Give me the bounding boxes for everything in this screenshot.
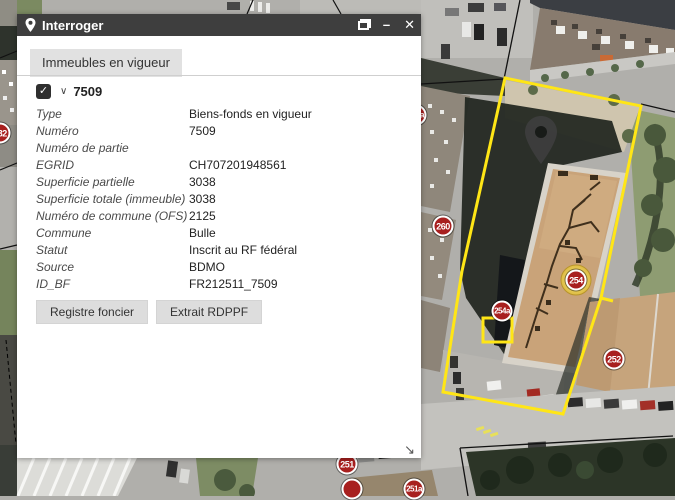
attribute-list: TypeBiens-fonds en vigueurNuméro7509Numé…	[36, 106, 407, 293]
field-value: 3038	[189, 191, 216, 208]
field-value: 2125	[189, 208, 216, 225]
map-marker[interactable]: 251a	[404, 479, 425, 500]
map-marker[interactable]: 252	[604, 349, 625, 370]
field-label: Statut	[36, 242, 189, 259]
field-label: Commune	[36, 225, 189, 242]
action-button[interactable]: Registre foncier	[36, 300, 148, 324]
dialog-titlebar[interactable]: Interroger – ✕	[17, 14, 421, 36]
query-dialog: Interroger – ✕ Immeubles en vigueur ✓ ∨ …	[17, 14, 421, 458]
field-row: Superficie partielle3038	[36, 174, 407, 191]
feature-id: 7509	[73, 84, 102, 99]
field-row: SourceBDMO	[36, 259, 407, 276]
field-value: 7509	[189, 123, 216, 140]
field-row: ID_BFFR212511_7509	[36, 276, 407, 293]
map-marker[interactable]: 260	[433, 216, 454, 237]
map-marker[interactable]	[342, 479, 363, 500]
tab-immeubles-en-vigueur[interactable]: Immeubles en vigueur	[30, 49, 182, 77]
field-label: EGRID	[36, 157, 189, 174]
map-application: { "window": { "title": "Interroger", "ic…	[0, 0, 675, 496]
dialog-title: Interroger	[42, 18, 348, 33]
restore-window-icon[interactable]	[358, 21, 369, 30]
field-value: CH707201948561	[189, 157, 286, 174]
field-row: Superficie totale (immeuble)3038	[36, 191, 407, 208]
field-label: Superficie totale (immeuble)	[36, 191, 189, 208]
field-label: Numéro	[36, 123, 189, 140]
field-value: FR212511_7509	[189, 276, 278, 293]
chevron-down-icon[interactable]: ∨	[60, 86, 67, 97]
field-label: ID_BF	[36, 276, 189, 293]
map-marker[interactable]: 254	[566, 270, 587, 291]
field-row: Numéro de partie	[36, 140, 407, 157]
map-marker[interactable]: 232	[0, 123, 11, 144]
field-row: Numéro de commune (OFS)2125	[36, 208, 407, 225]
field-value: Biens-fonds en vigueur	[189, 106, 312, 123]
field-label: Source	[36, 259, 189, 276]
dialog-body: Immeubles en vigueur ✓ ∨ 7509 TypeBiens-…	[17, 36, 421, 458]
field-value: 3038	[189, 174, 216, 191]
feature-checkbox[interactable]: ✓	[36, 84, 51, 99]
tab-separator	[17, 75, 421, 76]
field-value: Inscrit au RF fédéral	[189, 242, 297, 259]
field-value: Bulle	[189, 225, 216, 242]
field-label: Type	[36, 106, 189, 123]
field-label: Numéro de partie	[36, 140, 189, 157]
field-label: Superficie partielle	[36, 174, 189, 191]
pin-icon	[25, 18, 36, 32]
field-label: Numéro de commune (OFS)	[36, 208, 189, 225]
feature-header-row: ✓ ∨ 7509	[36, 84, 102, 99]
field-row: StatutInscrit au RF fédéral	[36, 242, 407, 259]
map-marker[interactable]: 254a	[492, 301, 513, 322]
field-value: BDMO	[189, 259, 225, 276]
close-icon[interactable]: ✕	[404, 14, 415, 36]
resize-handle-icon[interactable]: ↘	[404, 442, 415, 458]
field-row: Numéro7509	[36, 123, 407, 140]
field-row: TypeBiens-fonds en vigueur	[36, 106, 407, 123]
field-row: EGRIDCH707201948561	[36, 157, 407, 174]
field-row: CommuneBulle	[36, 225, 407, 242]
action-button[interactable]: Extrait RDPPF	[156, 300, 262, 324]
minimize-icon[interactable]: –	[383, 14, 390, 36]
action-buttons: Registre foncier Extrait RDPPF	[36, 300, 262, 324]
